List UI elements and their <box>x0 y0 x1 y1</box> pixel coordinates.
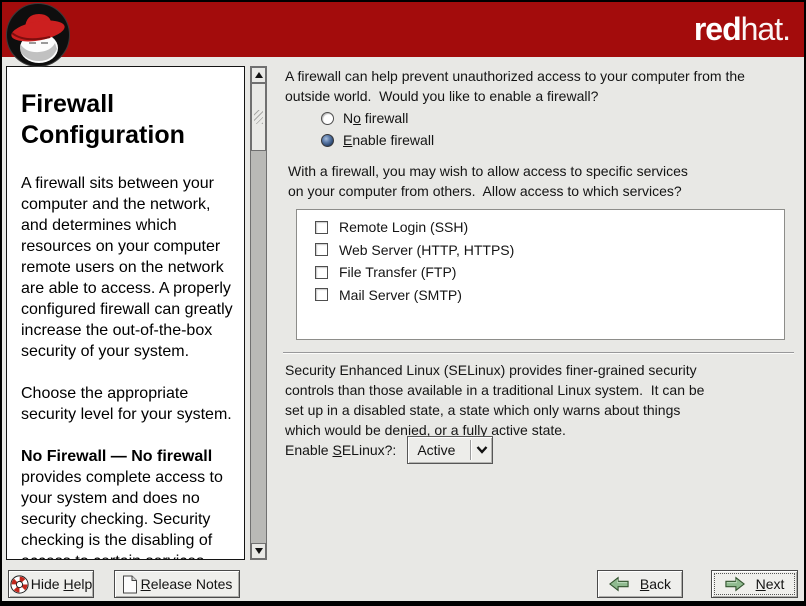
lifebuoy-icon <box>10 575 29 594</box>
intro-line-1: A firewall can help prevent unauthorized… <box>285 66 745 86</box>
back-button[interactable]: Back <box>597 570 683 598</box>
redhat-wordmark: redhat. <box>694 9 790 49</box>
next-button[interactable]: Next <box>711 570 798 598</box>
help-paragraph-3-rest: provides complete access to your system … <box>21 469 234 560</box>
service-label-ftp: File Transfer (FTP) <box>339 264 456 280</box>
selinux-line-3: set up in a disabled state, a state whic… <box>285 400 704 420</box>
arrow-right-icon <box>725 576 745 592</box>
radio-enable-firewall-label: Enable firewall <box>343 132 434 148</box>
help-scrollbar[interactable] <box>250 66 267 560</box>
radio-no-firewall[interactable]: No firewall <box>321 110 408 126</box>
selinux-control-row: Enable SELinux?: Active <box>285 436 493 464</box>
brand-red: red <box>694 11 741 47</box>
help-panel: Firewall Configuration A firewall sits b… <box>6 66 245 560</box>
section-separator <box>283 352 794 354</box>
checkbox-remote-login-ssh[interactable] <box>315 221 328 234</box>
arrow-left-icon <box>609 576 629 592</box>
scrollbar-thumb[interactable] <box>251 83 266 151</box>
hide-help-button[interactable]: Hide Help <box>8 570 94 598</box>
help-paragraph-2: Choose the appropriate security level fo… <box>21 383 234 425</box>
intro-line-2: outside world. Would you like to enable … <box>285 86 745 106</box>
help-paragraph-3-bold: No Firewall — No firewall <box>21 448 212 465</box>
firewall-intro-text: A firewall can help prevent unauthorized… <box>285 66 745 106</box>
service-row-ftp[interactable]: File Transfer (FTP) <box>315 261 784 284</box>
hide-help-label: Hide Help <box>31 576 93 592</box>
back-label: Back <box>640 576 671 592</box>
scrollbar-down-button[interactable] <box>251 543 266 559</box>
brand-hat: hat. <box>741 11 790 47</box>
radio-no-firewall-circle[interactable] <box>321 112 334 125</box>
radio-enable-firewall-circle[interactable] <box>321 134 334 147</box>
help-title: Firewall Configuration <box>21 89 234 151</box>
selinux-dropdown-value: Active <box>408 437 470 463</box>
checkbox-file-transfer-ftp[interactable] <box>315 266 328 279</box>
checkbox-mail-server-smtp[interactable] <box>315 288 328 301</box>
help-paragraph-3: No Firewall — No firewall provides compl… <box>21 446 234 560</box>
radio-no-firewall-label: No firewall <box>343 110 408 126</box>
release-notes-button[interactable]: Release Notes <box>114 570 240 598</box>
services-intro-line-1: With a firewall, you may wish to allow a… <box>288 161 688 181</box>
service-label-ssh: Remote Login (SSH) <box>339 219 468 235</box>
service-row-ssh[interactable]: Remote Login (SSH) <box>315 216 784 239</box>
redhat-shadowman-logo-icon <box>5 1 71 69</box>
services-list: Remote Login (SSH) Web Server (HTTP, HTT… <box>296 209 785 340</box>
service-row-web[interactable]: Web Server (HTTP, HTTPS) <box>315 239 784 262</box>
scroll-up-icon <box>255 72 263 78</box>
checkbox-web-server-http-https[interactable] <box>315 243 328 256</box>
service-row-smtp[interactable]: Mail Server (SMTP) <box>315 284 784 307</box>
services-intro-text: With a firewall, you may wish to allow a… <box>288 161 688 201</box>
header-bar: redhat. <box>2 2 804 57</box>
next-label: Next <box>756 576 785 592</box>
services-intro-line-2: on your computer from others. Allow acce… <box>288 181 688 201</box>
scrollbar-up-button[interactable] <box>251 67 266 83</box>
selinux-dropdown[interactable]: Active <box>407 436 493 464</box>
selinux-description: Security Enhanced Linux (SELinux) provid… <box>285 360 704 440</box>
document-icon <box>122 575 138 594</box>
service-label-web: Web Server (HTTP, HTTPS) <box>339 242 514 258</box>
release-notes-label: Release Notes <box>141 576 233 592</box>
scroll-down-icon <box>255 548 263 554</box>
help-paragraph-1: A firewall sits between your computer an… <box>21 173 234 362</box>
service-label-smtp: Mail Server (SMTP) <box>339 287 462 303</box>
selinux-line-2: controls than those available in a tradi… <box>285 380 704 400</box>
selinux-label: Enable SELinux?: <box>285 442 396 458</box>
selinux-line-1: Security Enhanced Linux (SELinux) provid… <box>285 360 704 380</box>
radio-enable-firewall[interactable]: Enable firewall <box>321 132 434 148</box>
chevron-down-icon <box>471 437 492 463</box>
